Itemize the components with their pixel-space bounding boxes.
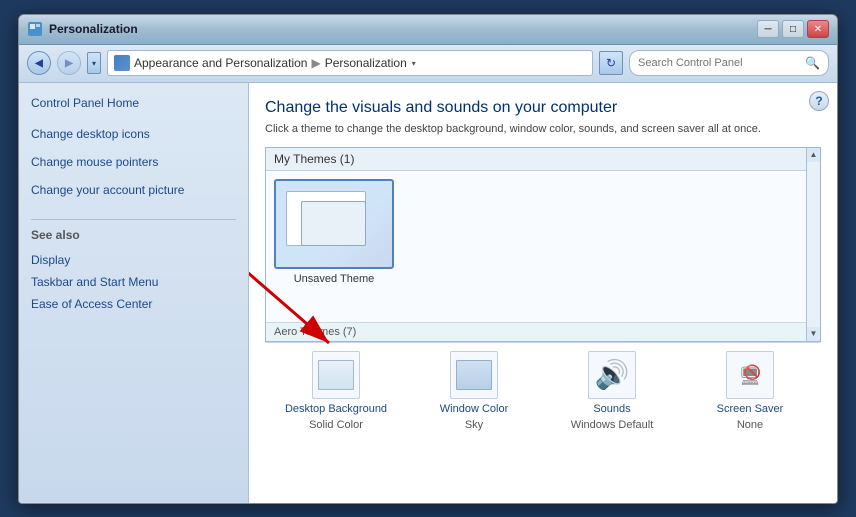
window-title: Personalization <box>49 22 138 36</box>
window-color-icon <box>450 351 498 399</box>
window-icon <box>27 21 43 37</box>
breadcrumb-icon <box>114 55 130 71</box>
forward-button[interactable]: ▶ <box>57 51 81 75</box>
desktop-bg-label[interactable]: Desktop Background <box>285 403 387 415</box>
screen-saver-icon-shape: 🖥🚫 <box>739 362 762 388</box>
content-area: Control Panel Home Change desktop icons … <box>19 83 837 503</box>
page-subtitle: Click a theme to change the desktop back… <box>265 123 821 135</box>
screen-saver-icon: 🖥🚫 <box>726 351 774 399</box>
search-icon: 🔍 <box>805 56 820 70</box>
back-button[interactable]: ◀ <box>27 51 51 75</box>
title-bar: Personalization ─ □ ✕ <box>19 15 837 45</box>
search-input[interactable] <box>638 57 801 69</box>
window-color-shape <box>456 360 492 390</box>
nav-dropdown[interactable]: ▾ <box>87 52 101 74</box>
sidebar-item-taskbar[interactable]: Taskbar and Start Menu <box>31 274 236 290</box>
sounds-icon-shape: 🔊 <box>595 361 630 389</box>
minimize-button[interactable]: ─ <box>757 20 779 38</box>
sidebar-item-ease-of-access[interactable]: Ease of Access Center <box>31 296 236 312</box>
sidebar-item-home[interactable]: Control Panel Home <box>31 95 236 111</box>
desktop-icon-shape <box>318 360 354 390</box>
bottom-item-sounds[interactable]: 🔊 Sounds Windows Default <box>549 351 675 431</box>
theme-name: Unsaved Theme <box>294 273 375 285</box>
title-bar-buttons: ─ □ ✕ <box>757 20 829 38</box>
sounds-icon: 🔊 <box>588 351 636 399</box>
theme-item-unsaved[interactable]: Unsaved Theme <box>274 179 394 285</box>
bottom-item-window-color[interactable]: Window Color Sky <box>411 351 537 431</box>
sidebar-item-display[interactable]: Display <box>31 252 236 268</box>
breadcrumb-part2: Personalization <box>325 56 407 70</box>
sidebar-item-mouse-pointers[interactable]: Change mouse pointers <box>31 154 158 170</box>
screen-saver-label[interactable]: Screen Saver <box>717 403 784 415</box>
sidebar-item-desktop-icons[interactable]: Change desktop icons <box>31 126 150 142</box>
sidebar-item-account-picture[interactable]: Change your account picture <box>31 182 184 198</box>
themes-body: Unsaved Theme <box>266 171 820 293</box>
sounds-label[interactable]: Sounds <box>593 403 630 415</box>
search-box: 🔍 <box>629 50 829 76</box>
theme-preview-window <box>301 201 366 246</box>
sidebar: Control Panel Home Change desktop icons … <box>19 83 249 503</box>
desktop-bg-sublabel: Solid Color <box>309 419 363 431</box>
themes-my-header: My Themes (1) <box>266 148 820 171</box>
sidebar-links: Change desktop icons Change mouse pointe… <box>31 127 236 197</box>
aero-themes-header: Aero Themes (7) <box>266 322 806 341</box>
theme-preview <box>274 179 394 269</box>
scroll-track <box>807 162 820 327</box>
scroll-up-arrow[interactable]: ▲ <box>808 148 820 162</box>
address-bar: Appearance and Personalization ▶ Persona… <box>107 50 593 76</box>
bottom-item-desktop-bg[interactable]: Desktop Background Solid Color <box>273 351 399 431</box>
window-color-sublabel: Sky <box>465 419 483 431</box>
breadcrumb-part1: Appearance and Personalization <box>134 56 307 70</box>
help-button[interactable]: ? <box>809 91 829 111</box>
screen-saver-sublabel: None <box>737 419 763 431</box>
maximize-button[interactable]: □ <box>782 20 804 38</box>
navigation-bar: ◀ ▶ ▾ Appearance and Personalization ▶ P… <box>19 45 837 83</box>
bottom-bar: Desktop Background Solid Color Window Co… <box>265 342 821 439</box>
page-title: Change the visuals and sounds on your co… <box>265 99 821 117</box>
sounds-sublabel: Windows Default <box>571 419 654 431</box>
bottom-item-screen-saver[interactable]: 🖥🚫 Screen Saver None <box>687 351 813 431</box>
title-bar-left: Personalization <box>27 21 138 37</box>
close-button[interactable]: ✕ <box>807 20 829 38</box>
breadcrumb-separator-1: ▶ <box>311 56 320 70</box>
main-window: Personalization ─ □ ✕ ◀ ▶ ▾ Appearance a… <box>18 14 838 504</box>
window-color-label[interactable]: Window Color <box>440 403 508 415</box>
refresh-button[interactable]: ↻ <box>599 51 623 75</box>
themes-panel: My Themes (1) Unsaved Theme Save theme G… <box>265 147 821 342</box>
desktop-bg-icon <box>312 351 360 399</box>
see-also-header: See also <box>31 219 236 242</box>
main-content: ? Change the visuals and sounds on your … <box>249 83 837 503</box>
scroll-down-arrow[interactable]: ▼ <box>808 327 820 341</box>
address-dropdown[interactable]: ▾ <box>407 52 421 74</box>
vertical-scrollbar[interactable]: ▲ ▼ <box>806 148 820 341</box>
